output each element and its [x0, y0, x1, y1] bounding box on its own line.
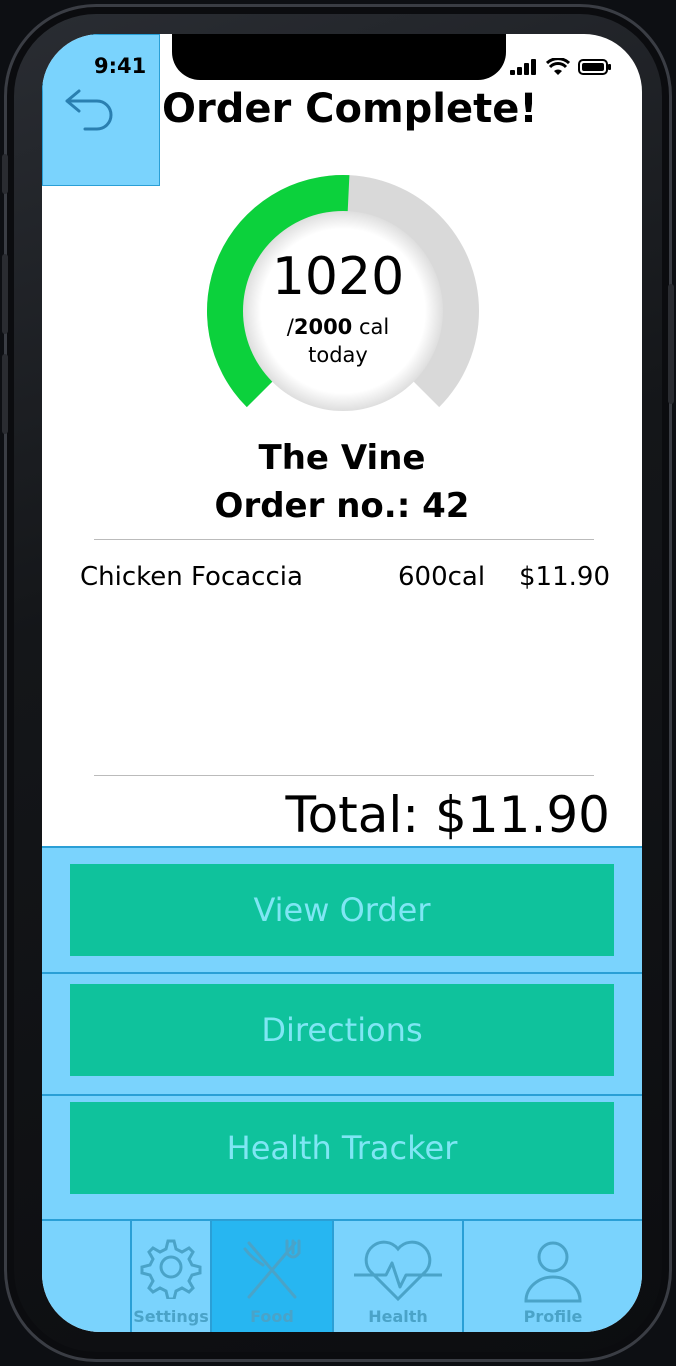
volume-down-button [2, 354, 8, 434]
tab-label: Food [250, 1307, 294, 1326]
order-total: Total: $11.90 [285, 786, 610, 844]
directions-button[interactable]: Directions [70, 984, 614, 1076]
heartbeat-icon [354, 1240, 442, 1302]
item-name: Chicken Focaccia [80, 562, 303, 592]
target-unit: cal [352, 315, 390, 339]
health-tracker-row: Health Tracker [42, 1094, 642, 1219]
wifi-icon [546, 58, 570, 75]
tab-label: Profile [523, 1307, 583, 1326]
directions-row: Directions [42, 972, 642, 1094]
view-order-button[interactable]: View Order [70, 864, 614, 956]
battery-icon [578, 59, 611, 75]
tab-label: Health [368, 1307, 428, 1326]
target-prefix: / [286, 315, 294, 339]
health-tracker-button[interactable]: Health Tracker [70, 1102, 614, 1194]
undo-arrow-icon [65, 89, 113, 131]
item-price: $11.90 [519, 562, 610, 592]
calories-period: today [308, 343, 368, 367]
page-title: Order Complete! [162, 86, 538, 132]
restaurant-name: The Vine [258, 438, 426, 478]
screen: 9:41 Order Complete! 1020 /2000 cal toda… [42, 34, 642, 1332]
view-order-row: View Order [42, 846, 642, 972]
notch [172, 34, 506, 80]
signal-icon [510, 59, 536, 75]
item-calories: 600cal [398, 562, 486, 592]
power-button [668, 284, 674, 404]
volume-up-button [2, 254, 8, 334]
calories-consumed: 1020 [271, 247, 405, 307]
divider-top [94, 539, 594, 540]
divider-bottom [94, 775, 594, 776]
order-number: Order no.: 42 [214, 486, 470, 526]
phone-frame: 9:41 Order Complete! 1020 /2000 cal toda… [2, 4, 674, 1362]
fork-knife-icon [243, 1239, 301, 1299]
target-value: 2000 [293, 315, 353, 339]
tab-settings[interactable]: Settings [130, 1221, 210, 1332]
tab-label: Settings [133, 1307, 209, 1326]
tab-profile[interactable]: Profile [462, 1221, 642, 1332]
tab-food[interactable]: Food [210, 1221, 332, 1332]
gear-icon [140, 1239, 202, 1299]
tab-bar: Settings Food Health Profile [42, 1219, 642, 1332]
status-time: 9:41 [94, 54, 147, 78]
tab-health[interactable]: Health [332, 1221, 462, 1332]
side-button [2, 154, 8, 194]
calorie-readout: 1020 /2000 cal today [238, 237, 438, 437]
calories-target: /2000 cal [238, 315, 438, 339]
person-icon [524, 1241, 582, 1303]
status-icons [510, 58, 612, 76]
